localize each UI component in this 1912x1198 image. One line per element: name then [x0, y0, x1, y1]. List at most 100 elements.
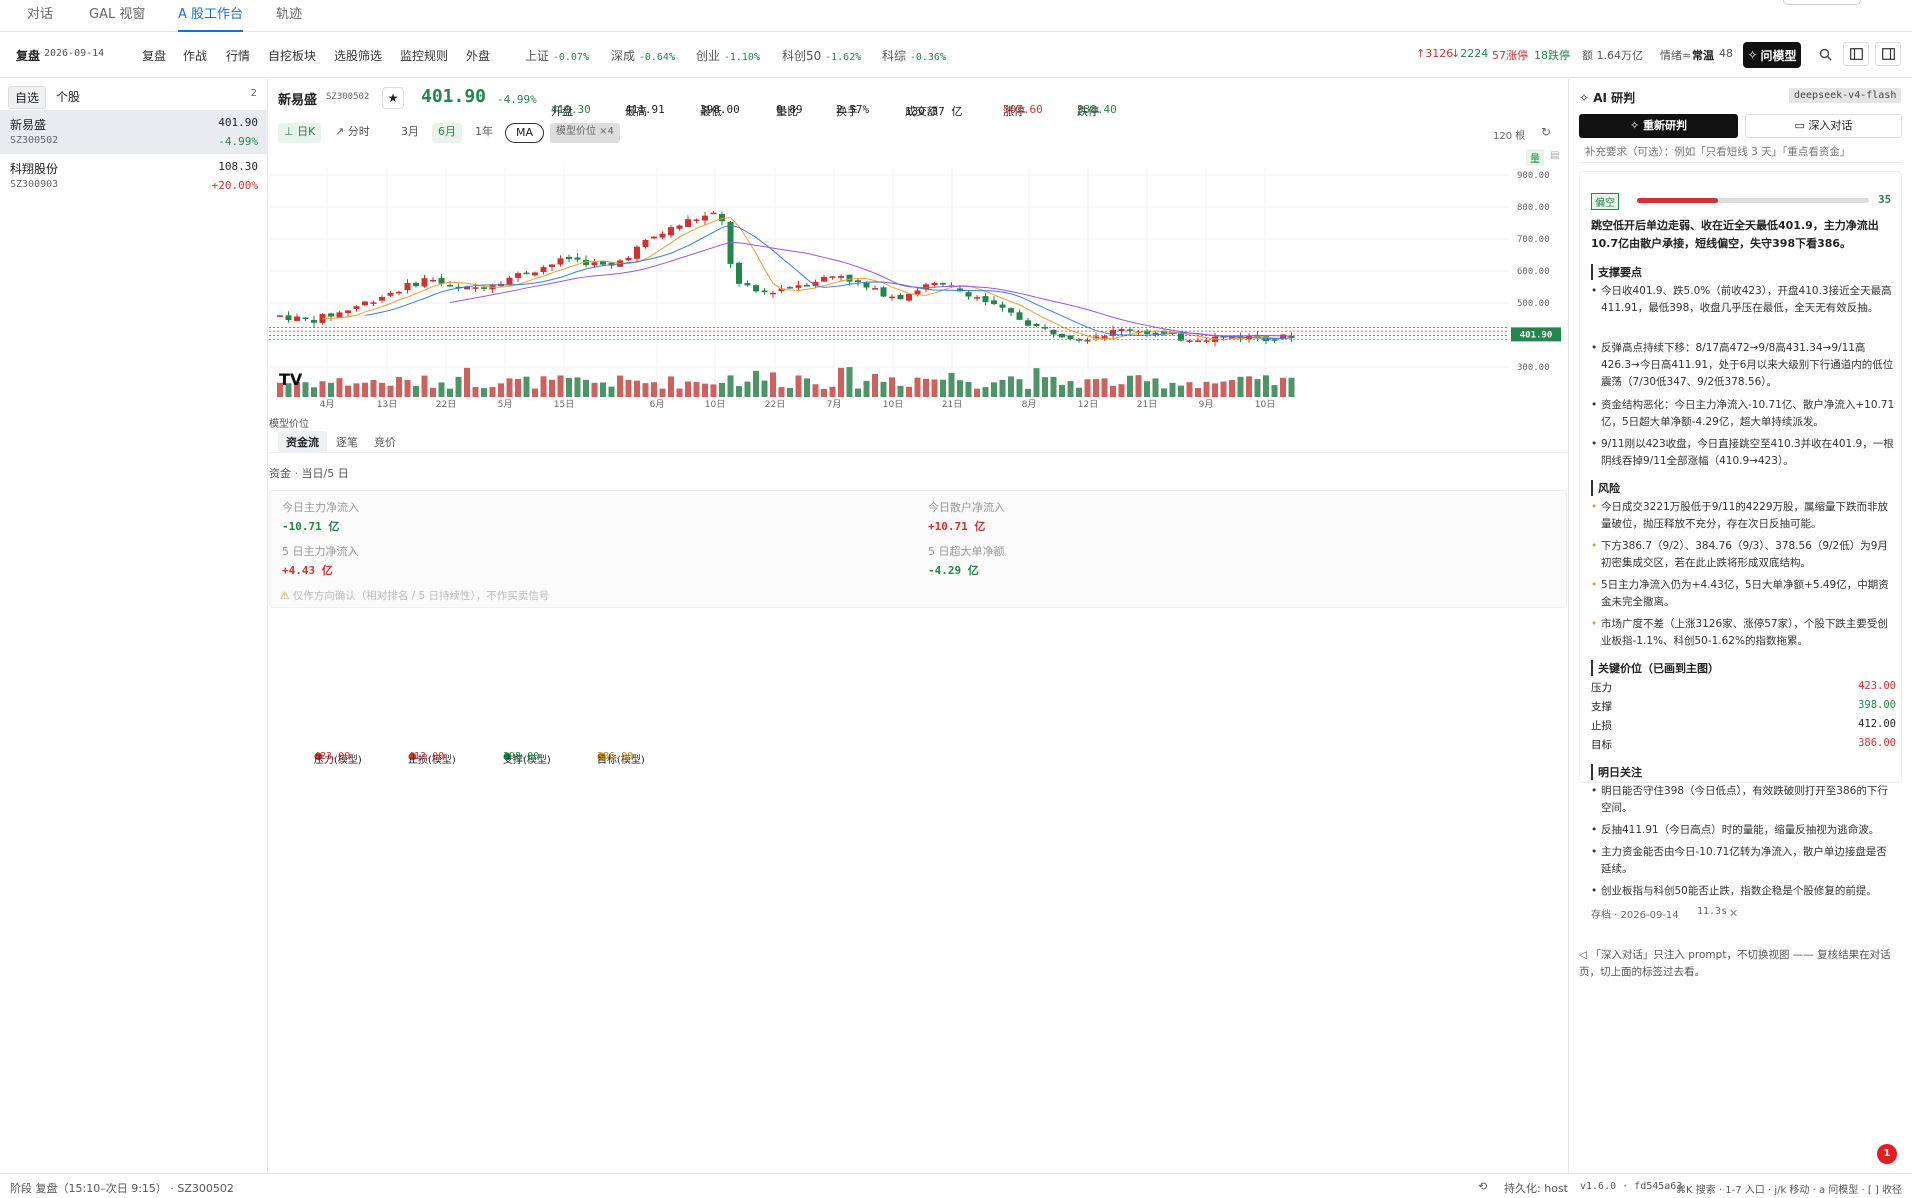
candle-body [1101, 336, 1108, 339]
watch-point: 反抽411.91（今日高点）时的量能，缩量反抽视为逃命波。 [1591, 822, 1896, 839]
candle-body [447, 285, 453, 287]
candle-body [651, 236, 657, 239]
score-bar [1637, 198, 1869, 203]
model-selector[interactable]: deepseek-v4-flash [1789, 88, 1902, 103]
candle-body [1203, 340, 1210, 342]
extra-request-input[interactable]: 补充要求（可选）：例如「只看短线 3 天」「重点看资金」 [1579, 141, 1902, 163]
volume-bar [319, 381, 326, 397]
candle-body [396, 291, 402, 294]
candle-body [634, 246, 640, 259]
x-tick-label: 13日 [377, 399, 397, 410]
stock-price: 108.30 [218, 160, 258, 173]
watchlist-item[interactable]: 新易盛 SZ300502 401.90 -4.99% [0, 110, 268, 154]
candle-body [710, 212, 717, 215]
range-3m-button[interactable]: 3月 [395, 123, 425, 143]
volume-bar [829, 386, 836, 397]
tab-fund-flow[interactable]: 资金流 [278, 431, 327, 453]
volume-bar [625, 379, 632, 397]
model-levels-toggle[interactable]: 模型价位 ×4 [550, 123, 620, 143]
tab-single-stock[interactable]: 个股 [50, 86, 86, 107]
x-tick-label: 7月 [827, 399, 842, 410]
intraday-button[interactable]: ↗ 分时 [329, 123, 376, 143]
sparkle-icon: ✧ [1579, 91, 1590, 105]
nav-sectors[interactable]: 自挖板块 [268, 47, 316, 64]
candle-body [719, 214, 725, 222]
volume-bar [617, 375, 623, 397]
volume-bar [1254, 379, 1261, 397]
tab-auction[interactable]: 竞价 [366, 431, 404, 453]
window-control[interactable] [1783, 0, 1861, 5]
volume-bar [549, 379, 555, 397]
volume-toggle[interactable]: 量 [1526, 149, 1544, 166]
candle-body [336, 312, 343, 318]
volume-bar [812, 384, 819, 397]
candle-body [311, 319, 317, 323]
tab-gal-view[interactable]: GAL 视窗 [89, 0, 145, 32]
volume-bar [787, 387, 793, 397]
session-date: 2026-09-14 [44, 48, 105, 59]
tab-tick[interactable]: 逐笔 [328, 431, 366, 453]
watchlist-panel: 自选 个股 2 新易盛 SZ300502 401.90 -4.99% 科翔股份 … [0, 79, 268, 1173]
volume-bar [515, 378, 521, 397]
limit-down-count: 18跌停 [1534, 49, 1570, 62]
candlestick-chart[interactable]: 900.00800.00700.00600.00500.00400.00300.… [269, 167, 1567, 411]
breadth-up: ↑3126 [1416, 47, 1454, 60]
nav-screener[interactable]: 选股筛选 [334, 47, 382, 64]
x-tick-label: 8月 [1022, 399, 1037, 410]
rerun-analysis-button[interactable]: ✧ 重新研判 [1579, 114, 1738, 138]
nav-battle[interactable]: 作战 [183, 47, 207, 64]
tab-a-share-workbench[interactable]: A 股工作台 [178, 0, 244, 32]
daily-k-button[interactable]: ⊥ 日K [278, 123, 322, 143]
watchlist-item[interactable]: 科翔股份 SZ300903 108.30 +20.00% [0, 154, 268, 198]
volume-bar [770, 372, 776, 397]
candle-body [991, 300, 997, 305]
key-level-row: 目标 386.00 [1591, 737, 1896, 751]
volume-bar [328, 382, 334, 397]
market-amount: 额 1.64万亿 [1582, 49, 1643, 62]
range-1y-button[interactable]: 1年 [469, 123, 499, 143]
volume-bar [336, 378, 343, 397]
section-watch-tomorrow: 明日关注 [1591, 764, 1642, 780]
nav-monitor-rules[interactable]: 监控规则 [400, 47, 448, 64]
chart-settings-icon[interactable]: ▤ [1550, 150, 1559, 161]
breadth-down: ↓2224 [1451, 47, 1489, 60]
volume-bar [1263, 375, 1269, 397]
candle-body [744, 283, 751, 286]
volume-bar [1144, 381, 1150, 397]
deep-chat-button[interactable]: ▭ 深入对话 [1745, 114, 1902, 138]
sync-icon[interactable]: ⟲ [1478, 1180, 1487, 1193]
refresh-icon[interactable]: ↻ [1541, 125, 1551, 139]
candle-body [362, 301, 368, 306]
ask-model-button[interactable]: ✧ 问模型 [1743, 42, 1801, 68]
range-6m-button[interactable]: 6月 [432, 123, 462, 143]
ma-toggle[interactable]: MA [505, 123, 545, 143]
tab-chat[interactable]: 对话 [27, 0, 53, 32]
volume-bar [1118, 384, 1125, 397]
volume-bar [1169, 382, 1176, 397]
volume-bar [311, 387, 317, 397]
volume-bar [1084, 379, 1091, 397]
tab-watchlist[interactable]: 自选 [8, 86, 47, 109]
quote-price: 401.90 [421, 86, 487, 107]
nav-foreign-market[interactable]: 外盘 [466, 47, 490, 64]
tab-trajectory[interactable]: 轨迹 [276, 0, 302, 32]
close-icon[interactable]: ✕ [1729, 907, 1738, 920]
nav-quotes[interactable]: 行情 [226, 47, 250, 64]
archive-date: 存档 · 2026-09-14 [1591, 910, 1679, 921]
volume-bar [421, 375, 428, 397]
fund-main-5d: 5 日主力净流入 +4.43 亿 [282, 545, 359, 577]
status-bar: 阶段 复盘（15:10–次日 9:15） · SZ300502 ⟲ 持久化: h… [0, 1173, 1912, 1198]
volume-bar [948, 372, 955, 397]
right-panel-toggle-icon[interactable] [1875, 42, 1901, 66]
candle-body [481, 287, 487, 289]
volume-bar [1220, 381, 1227, 397]
left-panel-toggle-icon[interactable] [1843, 42, 1869, 66]
search-icon[interactable] [1812, 42, 1838, 66]
notification-badge[interactable]: 1 [1877, 1144, 1897, 1164]
volume-bar [1110, 385, 1116, 397]
nav-review[interactable]: 复盘 [142, 47, 166, 64]
volume-bar [999, 379, 1006, 397]
candle-body [795, 285, 802, 288]
volume-bar [1093, 379, 1099, 397]
favorite-star-icon[interactable]: ★ [382, 87, 404, 109]
